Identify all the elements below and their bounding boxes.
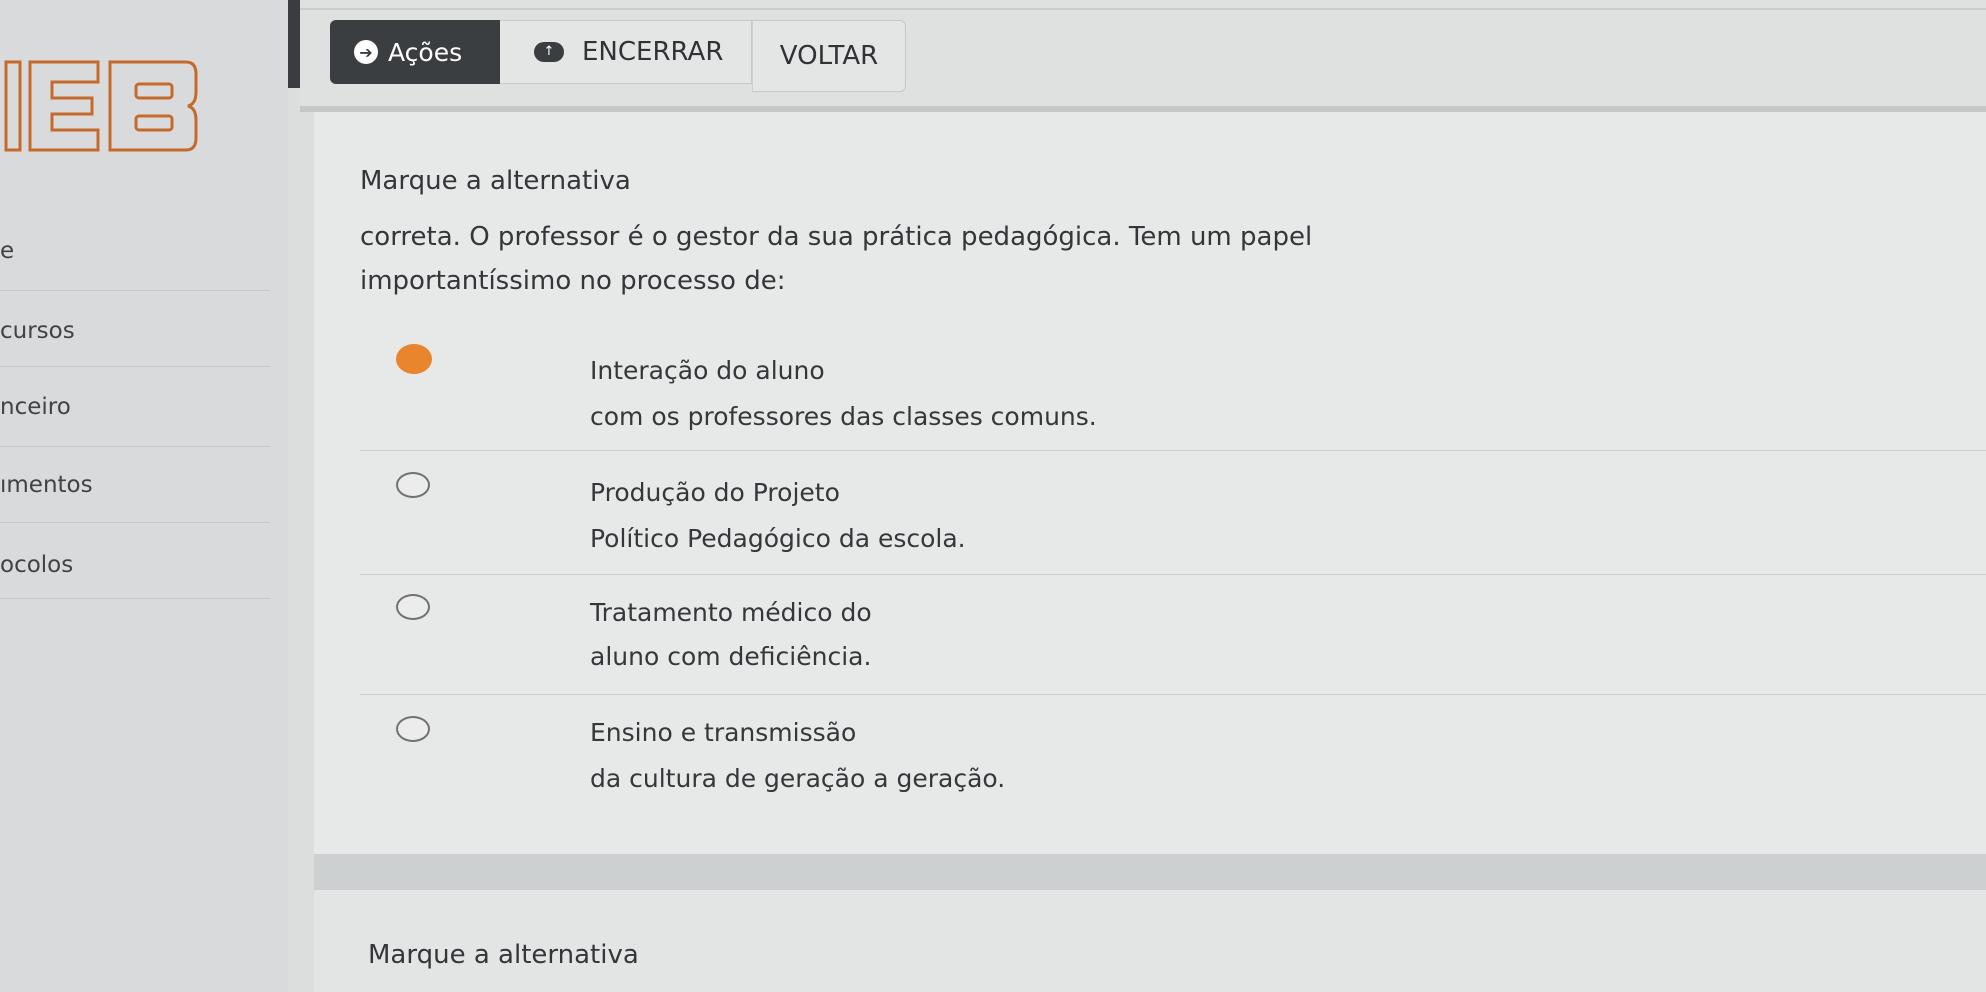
sidebar-item-documentos[interactable]: ımentos [0, 472, 270, 498]
sidebar-item-1[interactable]: e [0, 238, 270, 264]
actions-button[interactable]: ➔ Ações [330, 20, 500, 84]
question-text-line-2: correta. O professor é o gestor da sua p… [360, 222, 1313, 252]
divider [0, 446, 270, 447]
divider [0, 366, 270, 367]
option-2-line-1[interactable]: Produção do Projeto [590, 478, 840, 507]
divider [0, 522, 270, 523]
option-4-line-1[interactable]: Ensino e transmissão [590, 718, 856, 747]
divider [300, 8, 1986, 10]
option-3-line-1[interactable]: Tratamento médico do [590, 598, 872, 627]
arrow-right-circle-icon: ➔ [354, 40, 378, 64]
option-divider [360, 450, 1986, 451]
option-2-line-2[interactable]: Político Pedagógico da escola. [590, 524, 966, 553]
divider [0, 598, 270, 599]
back-button[interactable]: VOLTAR [752, 20, 906, 92]
option-1-line-2[interactable]: com os professores das classes comuns. [590, 402, 1097, 431]
option-divider [360, 574, 1986, 575]
option-3-line-2[interactable]: aluno com deficiência. [590, 642, 871, 671]
end-button[interactable]: ↑ ENCERRAR [500, 20, 752, 84]
sidebar: e cursos nceiro ımentos ocolos [0, 0, 288, 992]
sidebar-item-cursos[interactable]: cursos [0, 318, 270, 344]
card-separator [314, 854, 1986, 890]
sidebar-item-protocolos[interactable]: ocolos [0, 552, 270, 578]
ieb-logo [4, 60, 198, 152]
option-1-radio[interactable] [396, 344, 432, 374]
question-text-line-3: importantíssimo no processo de: [360, 266, 786, 296]
option-3-radio[interactable] [396, 594, 430, 620]
back-label: VOLTAR [779, 41, 879, 71]
end-label: ENCERRAR [582, 37, 724, 67]
sidebar-item-financeiro[interactable]: nceiro [0, 394, 270, 420]
cloud-upload-icon: ↑ [534, 42, 564, 62]
option-divider [360, 694, 1986, 695]
option-1-line-1[interactable]: Interação do aluno [590, 356, 825, 385]
actions-label: Ações [388, 37, 463, 67]
option-2-radio[interactable] [396, 472, 430, 498]
question-text-line-1: Marque a alternativa [360, 166, 631, 196]
divider [0, 290, 270, 291]
option-4-radio[interactable] [396, 716, 430, 742]
next-question-text: Marque a alternativa [368, 940, 639, 970]
option-4-line-2[interactable]: da cultura de geração a geração. [590, 764, 1005, 793]
